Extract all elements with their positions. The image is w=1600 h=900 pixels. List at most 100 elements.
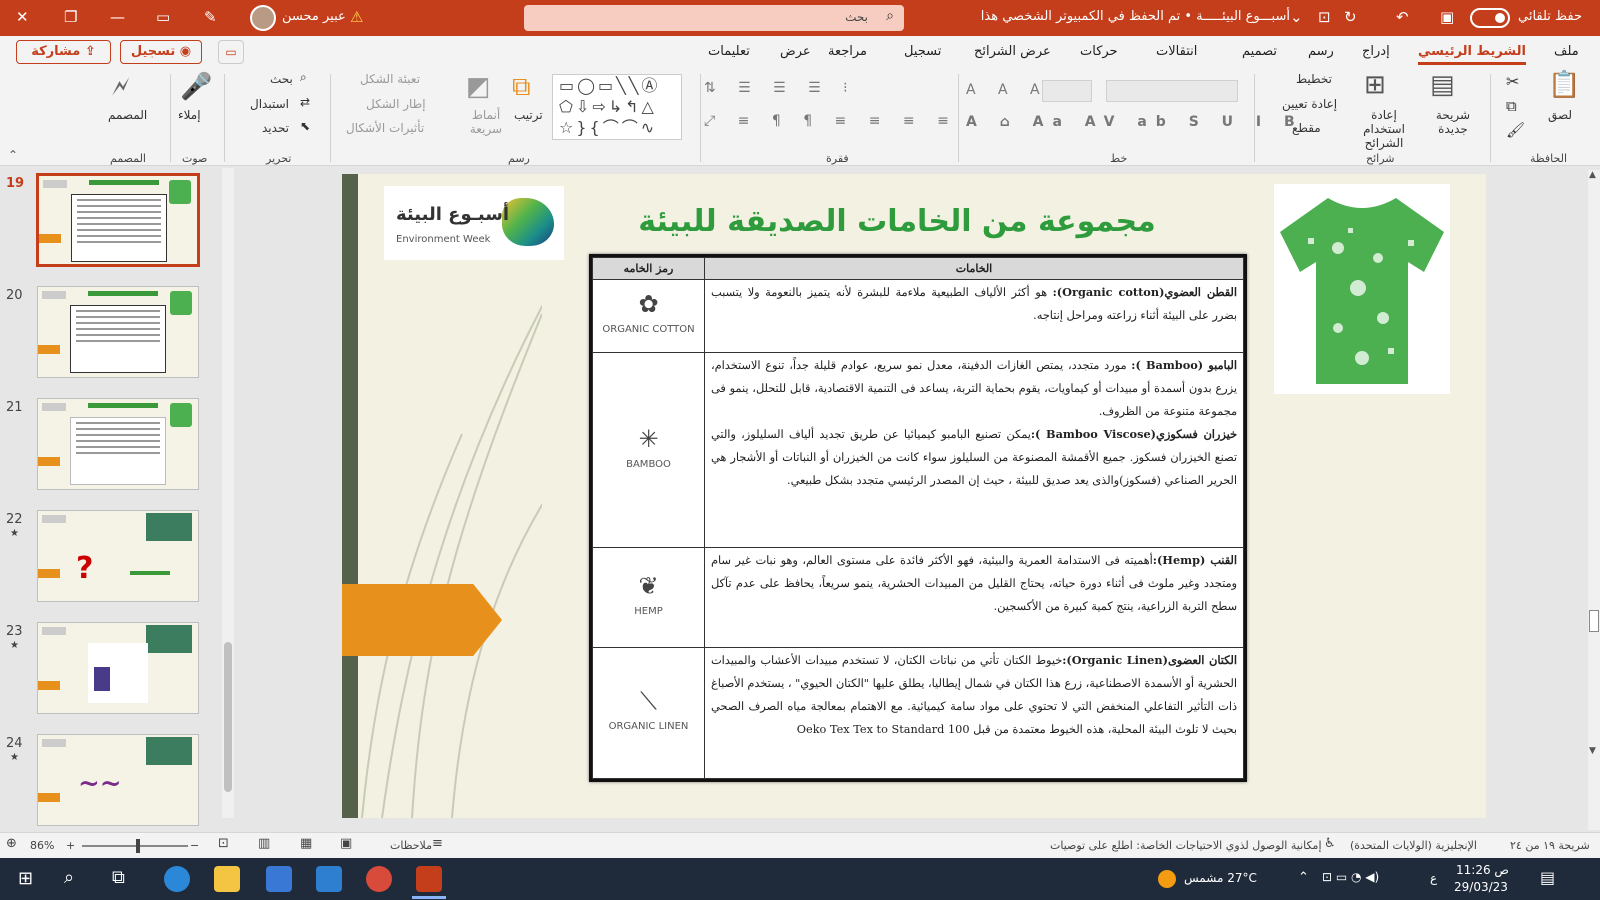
normal-view-icon[interactable]: ▣ — [340, 836, 352, 851]
designer-button[interactable]: المصمم — [108, 108, 147, 122]
paragraph-bottom-icons[interactable]: ⤢ ≡ ¶ ¶ ≡ ≡ ≡ ≡ — [704, 113, 958, 129]
slide-thumbnail-20[interactable] — [37, 286, 199, 378]
collapse-ribbon-icon[interactable]: ⌃ — [8, 148, 18, 162]
section-button[interactable]: مقطع — [1292, 121, 1321, 135]
task-view-icon[interactable]: ⧉ — [112, 867, 125, 888]
slide-thumbnail-22[interactable]: ? — [37, 510, 199, 602]
table-row[interactable]: الكتان العضوى(Organic Linen):خيوط الكتان… — [592, 646, 1244, 780]
save-icon[interactable]: ▣ — [1440, 8, 1454, 26]
ribbon-display-icon[interactable]: ▭ — [156, 8, 170, 26]
arrange-icon[interactable]: ⧉ — [512, 72, 531, 103]
redo-icon[interactable]: ↻ — [1344, 8, 1357, 26]
tab-help[interactable]: تعليمات — [708, 44, 750, 59]
copy-icon[interactable]: ⧉ — [1506, 97, 1517, 115]
designer-icon[interactable]: 🗲 — [112, 72, 129, 103]
comments-button[interactable]: ▭ — [218, 40, 244, 64]
reset-button[interactable]: إعادة تعيين — [1282, 97, 1337, 111]
table-row[interactable]: القنب (Hemp):أهميته فى الاستدامة العمرية… — [592, 547, 1244, 648]
new-slide-icon[interactable]: ▤ — [1430, 70, 1455, 100]
quick-styles-button[interactable]: أنماط سريعة — [466, 108, 506, 136]
search-icon[interactable]: ⌕ — [64, 867, 74, 888]
tray-chevron-icon[interactable]: ⌃ — [1298, 870, 1309, 885]
windows-start-icon[interactable]: ⊞ — [18, 868, 33, 889]
zoom-slider-handle[interactable] — [136, 839, 140, 853]
slide-thumbnail-19[interactable] — [36, 173, 200, 267]
slide-sorter-icon[interactable]: ▦ — [300, 836, 312, 851]
slide-thumbnail-24[interactable]: ~~ — [37, 734, 199, 826]
dictate-button[interactable]: إملاء — [178, 108, 201, 122]
powerpoint-icon[interactable] — [416, 866, 442, 892]
store-icon[interactable] — [266, 866, 292, 892]
warning-icon[interactable]: ⚠ — [350, 8, 363, 26]
font-style-icons[interactable]: A ⌂ Aa AV ab S U I B — [966, 114, 1304, 130]
font-size-box[interactable] — [1042, 80, 1092, 102]
tab-file[interactable]: ملف — [1554, 44, 1579, 59]
table-row[interactable]: القطن العضوي(Organic cotton): هو أكثر ال… — [592, 279, 1244, 353]
clock-date[interactable]: 29/03/23 — [1454, 880, 1508, 894]
present-icon[interactable]: ⊡ — [1318, 8, 1331, 26]
format-painter-icon[interactable]: 🖌 — [1506, 121, 1525, 139]
minimize-icon[interactable]: — — [110, 8, 125, 26]
slide-canvas[interactable]: أسبـوع البيئة Environment Week مجموعة من… — [342, 174, 1486, 818]
accessibility-status[interactable]: إمكانية الوصول لذوي الاحتياجات الخاصة: ا… — [1050, 839, 1322, 852]
autosave-toggle[interactable] — [1470, 8, 1510, 28]
tab-view[interactable]: عرض — [780, 44, 811, 59]
tab-slideshow[interactable]: عرض الشرائح — [974, 44, 1051, 59]
paragraph-top-icons[interactable]: ⇅ ☰ ☰ ☰ ⁝ — [704, 80, 857, 96]
share-button[interactable]: مشاركة ⇪ — [16, 40, 111, 64]
weather-status[interactable]: 27°C مشمس — [1184, 871, 1257, 885]
microphone-icon[interactable]: 🎤 — [180, 72, 212, 102]
notes-button[interactable]: ملاحظات — [390, 839, 432, 852]
quick-styles-icon[interactable]: ◩ — [466, 72, 491, 102]
zoom-out-icon[interactable]: − — [190, 839, 199, 852]
pen-icon[interactable]: ✎ — [204, 8, 217, 26]
cut-icon[interactable]: ✂ — [1506, 72, 1519, 91]
zoom-level[interactable]: 86% — [30, 839, 54, 852]
paste-icon[interactable]: 📋 — [1548, 70, 1580, 100]
paste-button[interactable]: لصق — [1548, 108, 1572, 122]
replace-button[interactable]: استبدال — [250, 97, 289, 111]
search-box[interactable]: بحث ⌕ — [524, 5, 904, 31]
slideshow-view-icon[interactable]: ⊡ — [218, 836, 229, 851]
tab-transitions[interactable]: انتقالات — [1156, 44, 1197, 59]
new-slide-button[interactable]: شريحة جديدة — [1430, 108, 1476, 136]
font-name-box[interactable] — [1106, 80, 1238, 102]
tab-design[interactable]: تصميم — [1242, 44, 1277, 59]
user-name[interactable]: عبير محسن — [282, 9, 346, 24]
restore-icon[interactable]: ❐ — [64, 8, 77, 26]
slide-title[interactable]: مجموعة من الخامات الصديقة للبيئة — [602, 204, 1192, 239]
font-size-icons[interactable]: A A A — [966, 82, 1049, 98]
tab-home[interactable]: الشريط الرئيسي — [1418, 44, 1526, 65]
record-button[interactable]: تسجيل ◉ — [120, 40, 202, 64]
shape-effects-button[interactable]: تأثيرات الأشكال — [346, 121, 424, 135]
tab-record[interactable]: تسجيل — [904, 44, 941, 59]
file-explorer-icon[interactable] — [214, 866, 240, 892]
find-button[interactable]: بحث — [270, 72, 293, 86]
avatar[interactable] — [250, 5, 276, 31]
tray-icons[interactable]: ⊡ ▭ ◔ ◀) — [1322, 870, 1379, 884]
reading-view-icon[interactable]: ▥ — [258, 836, 270, 851]
shape-fill-button[interactable]: تعبئة الشكل — [360, 72, 420, 86]
layout-button[interactable]: تخطيط — [1296, 72, 1332, 86]
notifications-icon[interactable]: ▤ — [1540, 868, 1555, 887]
tab-insert[interactable]: إدراج — [1362, 44, 1390, 59]
fit-slide-icon[interactable]: ⊕ — [6, 836, 17, 851]
tab-review[interactable]: مراجعة — [828, 44, 867, 59]
chrome-icon[interactable] — [366, 866, 392, 892]
mail-icon[interactable] — [316, 866, 342, 892]
slide-thumbnail-23[interactable] — [37, 622, 199, 714]
undo-icon[interactable]: ↶ — [1396, 8, 1409, 26]
select-button[interactable]: تحديد — [262, 121, 289, 135]
edge-icon[interactable] — [164, 866, 190, 892]
clock-time[interactable]: 11:26 ص — [1456, 863, 1509, 877]
zoom-slider[interactable] — [82, 845, 188, 847]
tab-animations[interactable]: حركات — [1080, 44, 1118, 59]
slide-thumbnail-21[interactable] — [37, 398, 199, 490]
document-title[interactable]: أسبـــوع البيئـــــة • تم الحفظ في الكمب… — [930, 9, 1290, 24]
reuse-slides-button[interactable]: إعادة استخدام الشرائح — [1352, 108, 1416, 150]
slide-scrollbar[interactable]: ▲ ▼ — [1588, 170, 1600, 830]
reuse-slides-icon[interactable]: ⊞ — [1364, 70, 1386, 100]
close-icon[interactable]: ✕ — [16, 8, 29, 26]
chevron-down-icon[interactable]: ⌄ — [1290, 8, 1303, 26]
arrange-button[interactable]: ترتيب — [514, 108, 543, 122]
